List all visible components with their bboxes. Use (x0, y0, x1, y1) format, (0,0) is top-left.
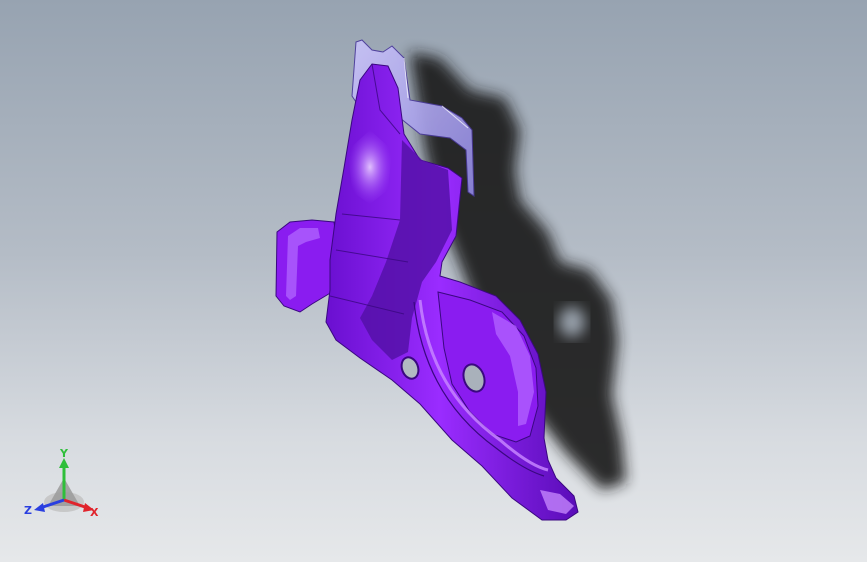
y-axis-label: Y (59, 448, 69, 460)
shadow-hole (559, 307, 585, 337)
x-axis-label: X (90, 506, 99, 519)
orientation-triad[interactable]: Y X Z (22, 448, 108, 528)
graphics-viewport[interactable]: Y X Z (0, 0, 867, 562)
z-axis-label: Z (24, 504, 32, 517)
model-canvas[interactable] (0, 0, 867, 562)
z-axis-arrow (34, 503, 45, 512)
